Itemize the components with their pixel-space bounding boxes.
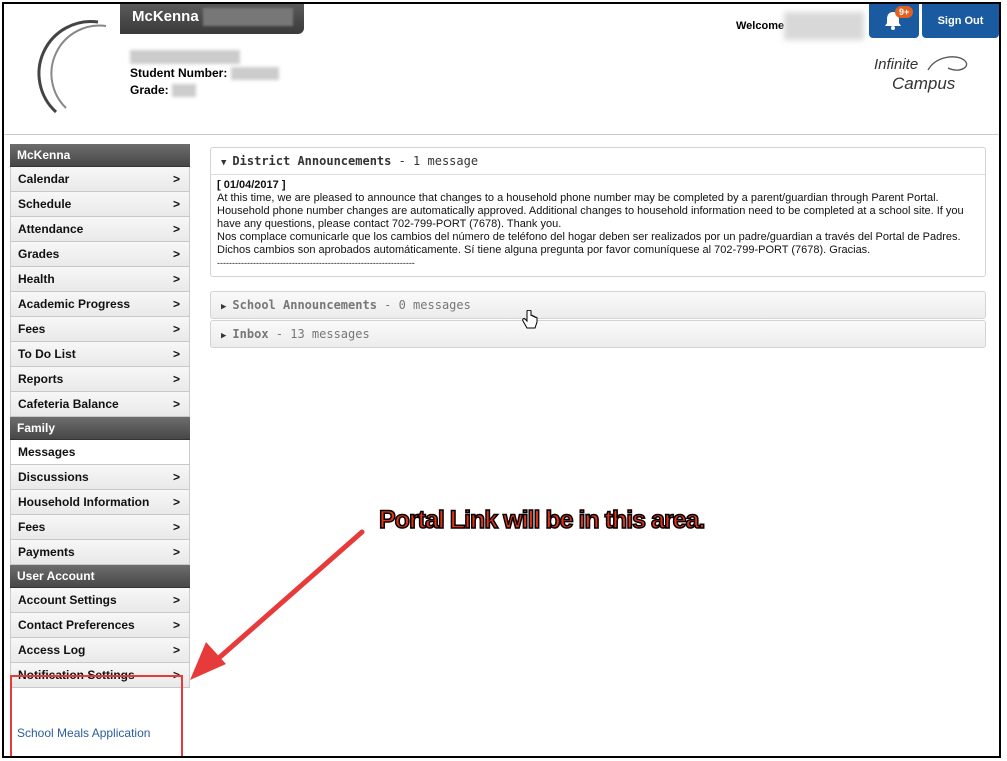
school-announcements-header[interactable]: ▶ School Announcements - 0 messages <box>211 292 985 318</box>
sidebar-item-label: Calendar <box>18 172 70 186</box>
sidebar-item-label: Discussions <box>18 470 89 484</box>
app-window: McKenna Student Number: Grade: Welcome 9… <box>2 2 1001 758</box>
sidebar-item-reports[interactable]: Reports > <box>10 367 190 392</box>
chevron-right-icon: > <box>172 618 180 632</box>
welcome-label: Welcome <box>736 20 785 32</box>
notification-count-badge: 9+ <box>895 6 914 18</box>
chevron-right-icon: > <box>172 495 180 509</box>
sidebar-item-label: Schedule <box>18 197 72 211</box>
sidebar-item-discussions[interactable]: Discussions > <box>10 465 190 490</box>
chevron-right-icon: > <box>172 520 180 534</box>
sidebar-item-label: Messages <box>18 445 76 459</box>
header-divider <box>4 134 999 135</box>
annotation-callout: Portal Link will be in this area. <box>378 505 706 535</box>
triangle-right-icon: ▶ <box>221 302 227 312</box>
chevron-right-icon: > <box>172 545 180 559</box>
triangle-right-icon: ▶ <box>221 331 227 341</box>
sidebar-item-health[interactable]: Health > <box>10 267 190 292</box>
sidebar-item-label: To Do List <box>18 347 76 361</box>
sidebar-item-label: Grades <box>18 247 60 261</box>
sidebar-item-label: Contact Preferences <box>18 618 135 632</box>
sidebar-item-label: Household Information <box>18 495 150 509</box>
student-number-label: Student Number: <box>130 66 228 80</box>
district-announcements-panel: ▼ District Announcements - 1 message [ 01… <box>210 147 986 277</box>
sidebar-item-label: Payments <box>18 545 75 559</box>
sidebar-item-messages[interactable]: Messages <box>10 440 190 465</box>
student-info: Student Number: Grade: <box>130 48 279 99</box>
chevron-right-icon: > <box>172 322 180 336</box>
logo-swoosh-icon <box>927 56 968 71</box>
school-announcements-title: School Announcements <box>232 298 377 312</box>
inbox-title: Inbox <box>232 327 269 341</box>
chevron-right-icon: > <box>172 197 180 211</box>
sidebar-item-label: Health <box>18 272 55 286</box>
sidebar-item-household-information[interactable]: Household Information > <box>10 490 190 515</box>
hand-cursor-icon <box>522 310 538 329</box>
redacted-student-name <box>130 49 240 64</box>
sidebar-item-to-do-list[interactable]: To Do List > <box>10 342 190 367</box>
chevron-right-icon: > <box>172 172 180 186</box>
sidebar-item-family-fees[interactable]: Fees > <box>10 515 190 540</box>
sidebar-item-label: Reports <box>18 372 64 386</box>
sidebar-item-calendar[interactable]: Calendar > <box>10 167 190 192</box>
sidebar-item-attendance[interactable]: Attendance > <box>10 217 190 242</box>
logo-text-campus: Campus <box>892 74 956 93</box>
sidebar-item-academic-progress[interactable]: Academic Progress > <box>10 292 190 317</box>
chevron-right-icon: > <box>172 247 180 261</box>
notifications-button[interactable]: 9+ <box>869 4 919 38</box>
announcement-divider: ----------------------------------------… <box>217 258 415 268</box>
sidebar-item-label: Academic Progress <box>18 297 131 311</box>
sidebar-item-account-settings[interactable]: Account Settings > <box>10 588 190 613</box>
chevron-right-icon: > <box>172 297 180 311</box>
chevron-right-icon: > <box>172 643 180 657</box>
district-announcements-header[interactable]: ▼ District Announcements - 1 message <box>211 148 985 174</box>
chevron-right-icon: > <box>172 593 180 607</box>
announcement-text-es: Nos complace comunicarle que los cambios… <box>217 231 961 256</box>
sidebar-item-access-log[interactable]: Access Log > <box>10 638 190 663</box>
sidebar-item-label: Fees <box>18 322 46 336</box>
sidebar-section-family: Family <box>10 417 190 440</box>
triangle-down-icon: ▼ <box>221 158 227 168</box>
highlight-box <box>10 675 183 756</box>
sidebar-item-cafeteria-balance[interactable]: Cafeteria Balance > <box>10 392 190 417</box>
sidebar-item-label: Attendance <box>18 222 84 236</box>
infinite-campus-logo: Infinite Campus <box>874 54 974 100</box>
sidebar-item-label: Cafeteria Balance <box>18 397 119 411</box>
redacted-student-number <box>230 67 279 81</box>
chevron-right-icon: > <box>172 272 180 286</box>
school-announcements-count: - 0 messages <box>376 298 471 312</box>
logo-text-infinite: Infinite <box>874 56 919 73</box>
inbox-panel[interactable]: ▶ Inbox - 13 messages <box>210 320 986 348</box>
district-announcements-title: District Announcements <box>232 154 392 168</box>
chevron-right-icon: > <box>172 347 180 361</box>
chevron-right-icon: > <box>172 222 180 236</box>
sidebar-item-grades[interactable]: Grades > <box>10 242 190 267</box>
sidebar-section-user-account: User Account <box>10 565 190 588</box>
inbox-header[interactable]: ▶ Inbox - 13 messages <box>211 321 985 347</box>
inbox-count: - 13 messages <box>268 327 370 341</box>
chevron-right-icon: > <box>172 372 180 386</box>
redacted-grade <box>172 84 197 98</box>
sign-out-button[interactable]: Sign Out <box>922 4 999 38</box>
announcement-date: [ 01/04/2017 ] <box>217 179 286 191</box>
redacted-user-name <box>784 12 864 40</box>
sidebar-item-label: Account Settings <box>18 593 117 607</box>
district-announcements-count: - 1 message <box>391 154 479 168</box>
redacted-last-name <box>202 8 293 27</box>
annotation-arrow-icon <box>190 529 365 680</box>
sidebar-item-label: Access Log <box>18 643 86 657</box>
sidebar-item-label: Fees <box>18 520 46 534</box>
school-announcements-panel[interactable]: ▶ School Announcements - 0 messages <box>210 291 986 319</box>
sidebar-nav: McKenna Calendar > Schedule > Attendance > … <box>10 144 190 754</box>
sidebar-section-student: McKenna <box>10 144 190 167</box>
sidebar-item-contact-preferences[interactable]: Contact Preferences > <box>10 613 190 638</box>
announcement-text-en: At this time, we are pleased to announce… <box>217 192 964 230</box>
chevron-right-icon: > <box>172 397 180 411</box>
sidebar-item-payments[interactable]: Payments > <box>10 540 190 565</box>
district-announcement-body: [ 01/04/2017 ] At this time, we are plea… <box>211 174 985 276</box>
chevron-right-icon: > <box>172 470 180 484</box>
grade-label: Grade: <box>130 83 169 97</box>
sidebar-item-schedule[interactable]: Schedule > <box>10 192 190 217</box>
sidebar-item-fees[interactable]: Fees > <box>10 317 190 342</box>
